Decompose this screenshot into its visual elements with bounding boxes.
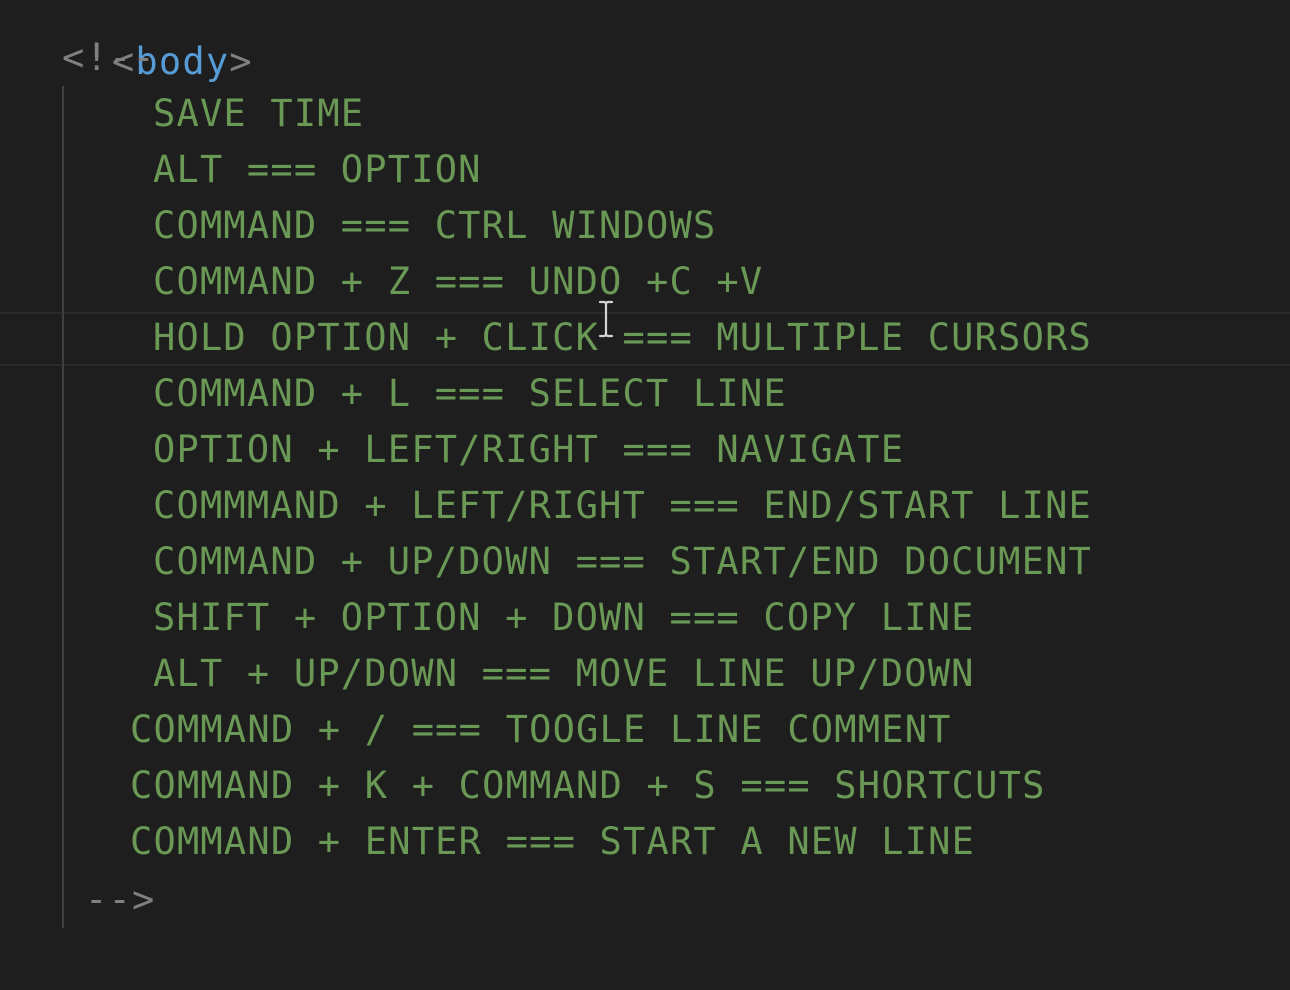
comment-line[interactable]: SAVE TIME bbox=[153, 86, 364, 142]
text-i-beam-cursor-icon bbox=[598, 300, 614, 338]
comment-line[interactable]: COMMAND + L === SELECT LINE bbox=[153, 366, 787, 422]
comment-line[interactable]: COMMAND + K + COMMAND + S === SHORTCUTS bbox=[130, 758, 1046, 814]
body-close-tag[interactable]: </body> bbox=[18, 928, 276, 984]
comment-line[interactable]: ALT === OPTION bbox=[153, 142, 482, 198]
body-open-tag[interactable]: <body> bbox=[18, 0, 253, 83]
code-editor[interactable]: <body> <!-- SAVE TIME ALT === OPTION COM… bbox=[0, 0, 1290, 990]
comment-line[interactable]: COMMMAND + LEFT/RIGHT === END/START LINE bbox=[153, 478, 1092, 534]
comment-line[interactable]: SHIFT + OPTION + DOWN === COPY LINE bbox=[153, 590, 975, 646]
comment-close[interactable]: --> bbox=[85, 872, 155, 928]
comment-line[interactable]: ALT + UP/DOWN === MOVE LINE UP/DOWN bbox=[153, 646, 975, 702]
comment-open[interactable]: <!-- bbox=[62, 30, 156, 86]
comment-line[interactable]: COMMAND + ENTER === START A NEW LINE bbox=[130, 814, 975, 870]
indent-guide bbox=[62, 86, 64, 928]
comment-line[interactable]: COMMAND + Z === UNDO +C +V bbox=[153, 254, 763, 310]
comment-line[interactable]: OPTION + LEFT/RIGHT === NAVIGATE bbox=[153, 422, 904, 478]
comment-line[interactable]: COMMAND === CTRL WINDOWS bbox=[153, 198, 716, 254]
tag-close-bracket: > bbox=[229, 40, 253, 83]
comment-line[interactable]: HOLD OPTION + CLICK === MULTIPLE CURSORS bbox=[153, 310, 1092, 366]
comment-line[interactable]: COMMAND + / === TOOGLE LINE COMMENT bbox=[130, 702, 952, 758]
comment-line[interactable]: COMMAND + UP/DOWN === START/END DOCUMENT bbox=[153, 534, 1092, 590]
